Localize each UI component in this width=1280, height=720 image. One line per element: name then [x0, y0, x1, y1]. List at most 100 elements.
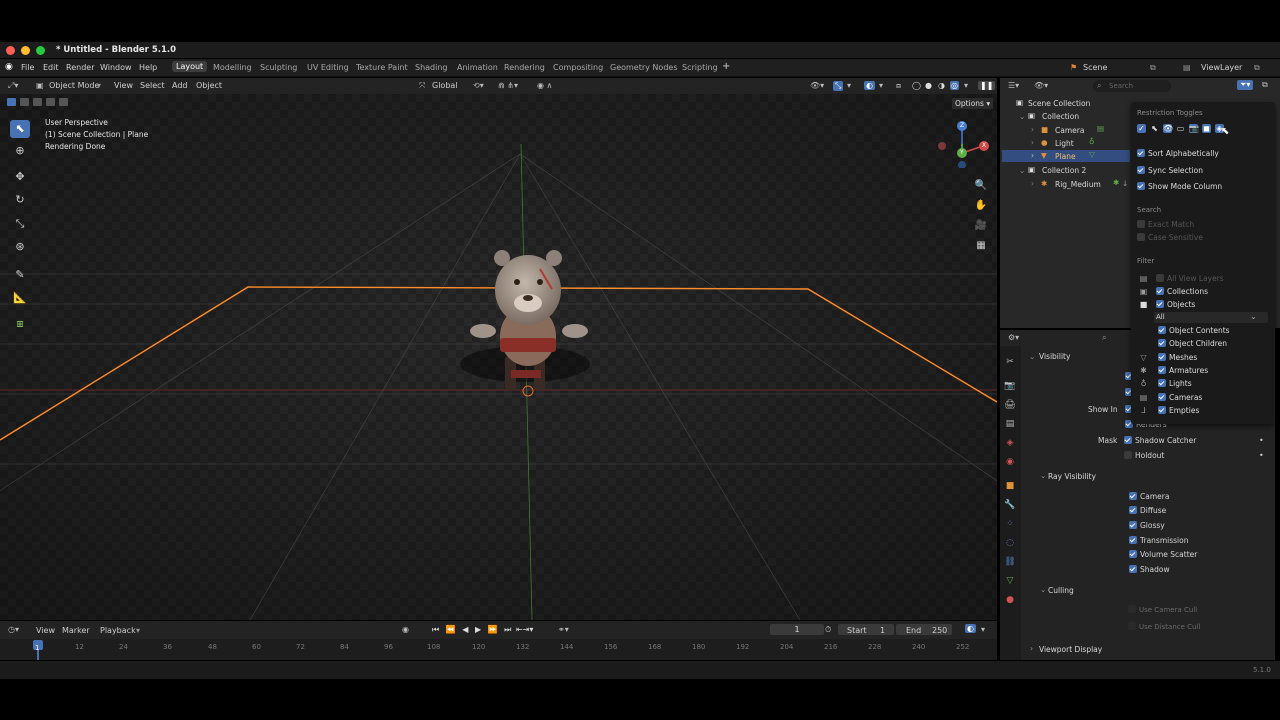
zoom-icon[interactable]: 🔍 — [973, 178, 989, 194]
select-mode-subtract-icon[interactable] — [33, 98, 42, 106]
particle-properties-tab-icon[interactable]: ⁘ — [1004, 518, 1016, 530]
ray-visibility-collapse-icon[interactable]: ⌄ — [1040, 471, 1046, 480]
annotate-tool-icon[interactable]: ✎ — [10, 266, 30, 284]
modifier-properties-tab-icon[interactable]: 🔧 — [1004, 499, 1016, 511]
sort-alphabetically-checkbox[interactable]: Sort Alphabetically — [1137, 149, 1219, 158]
frame-ruler[interactable] — [0, 639, 997, 660]
rotate-tool-icon[interactable]: ↻ — [10, 191, 30, 209]
light-data-icon[interactable]: ♁ — [1089, 137, 1095, 146]
workspace-tab-geometry-nodes[interactable]: Geometry Nodes — [610, 63, 677, 72]
timeline-menu-playback[interactable]: Playback — [100, 626, 136, 635]
pause-render-icon[interactable]: ❚❚ — [978, 81, 996, 90]
outliner-item-collection-2[interactable]: Collection 2 — [1042, 166, 1086, 175]
culling-collapse-icon[interactable]: ⌄ — [1040, 585, 1046, 594]
object-contents-checkbox[interactable]: Object Contents — [1158, 326, 1230, 335]
all-view-layers-checkbox[interactable]: All View Layers — [1156, 274, 1224, 283]
object-mode-dropdown[interactable]: Object Mode — [49, 81, 99, 90]
objects-filter-checkbox[interactable]: Objects — [1156, 300, 1195, 309]
armatures-filter-checkbox[interactable]: Armatures — [1158, 366, 1208, 375]
menu-render[interactable]: Render — [66, 63, 94, 72]
outliner-editor-type-icon[interactable]: ☰▾ — [1008, 81, 1019, 90]
view-layer-properties-tab-icon[interactable]: ▤ — [1004, 418, 1016, 430]
workspace-tab-compositing[interactable]: Compositing — [553, 63, 603, 72]
ray-glossy-checkbox[interactable]: Glossy — [1129, 521, 1165, 530]
navigation-gizmo[interactable]: Z X Y — [935, 118, 997, 169]
cameras-filter-checkbox[interactable]: Cameras — [1158, 393, 1202, 402]
viewport-display-expand-icon[interactable]: › — [1030, 644, 1033, 653]
new-scene-icon[interactable]: ⧉ — [1150, 63, 1156, 73]
xray-toggle-icon[interactable]: ⧈ — [896, 81, 901, 91]
meshes-filter-checkbox[interactable]: Meshes — [1158, 353, 1197, 362]
output-properties-tab-icon[interactable]: 🖨 — [1004, 399, 1016, 411]
select-arrow-toggle-icon[interactable]: ⬉ — [1150, 124, 1159, 133]
collections-filter-checkbox[interactable]: Collections — [1156, 287, 1208, 296]
playback-sync-icon[interactable]: ⚭▾ — [558, 625, 569, 634]
shading-material-icon[interactable]: ◑ — [938, 81, 945, 90]
expand-arrow-icon[interactable]: › — [1031, 179, 1034, 188]
zoom-window-button[interactable] — [36, 46, 45, 55]
selectable-toggle-icon[interactable]: ✓ — [1137, 124, 1146, 133]
properties-editor-type-icon[interactable]: ⚙▾ — [1008, 333, 1019, 342]
add-workspace-button[interactable]: + — [722, 61, 730, 72]
constraint-properties-tab-icon[interactable]: ⛓ — [1004, 556, 1016, 568]
sync-selection-checkbox[interactable]: Sync Selection — [1137, 166, 1203, 175]
outliner-item-light[interactable]: Light — [1055, 139, 1074, 148]
hide-toggle-icon[interactable]: 👁 — [1163, 124, 1173, 133]
lights-filter-checkbox[interactable]: Lights — [1158, 379, 1192, 388]
ray-camera-checkbox[interactable]: Camera — [1129, 492, 1169, 501]
expand-arrow-icon[interactable]: › — [1031, 151, 1034, 160]
material-properties-tab-icon[interactable]: ● — [1004, 594, 1016, 606]
menu-file[interactable]: File — [21, 63, 34, 72]
collapse-arrow-icon[interactable]: ⌄ — [1019, 112, 1025, 121]
timeline-menu-view[interactable]: View — [36, 626, 55, 635]
outliner-item-plane[interactable]: Plane — [1055, 152, 1076, 161]
workspace-tab-shading[interactable]: Shading — [415, 63, 448, 72]
world-properties-tab-icon[interactable]: ◉ — [1004, 456, 1016, 468]
start-frame-field[interactable]: Start 1 — [838, 624, 894, 635]
holdout-checkbox[interactable]: Holdout — [1124, 451, 1164, 460]
workspace-tab-rendering[interactable]: Rendering — [504, 63, 545, 72]
shading-rendered-icon[interactable]: ◎ — [950, 81, 959, 90]
visibility-section-header[interactable]: Visibility — [1039, 352, 1070, 361]
object-filter-dropdown[interactable]: All ⌄ — [1154, 312, 1268, 323]
new-view-layer-icon[interactable]: ⧉ — [1254, 63, 1260, 73]
shadow-catcher-checkbox[interactable]: Shadow Catcher — [1124, 436, 1196, 445]
select-mode-new-icon[interactable] — [7, 98, 16, 106]
keyframe-jump-icon[interactable]: ⇤⇥▾ — [516, 625, 533, 634]
outliner-root[interactable]: Scene Collection — [1028, 99, 1090, 108]
pivot-point-icon[interactable]: ⟲▾ — [473, 81, 484, 90]
current-frame-field[interactable]: 1 — [770, 624, 824, 635]
view-layer-name[interactable]: ViewLayer — [1201, 63, 1242, 72]
workspace-tab-sculpting[interactable]: Sculpting — [260, 63, 297, 72]
object-properties-tab-icon[interactable]: ■ — [1004, 480, 1016, 492]
playback-controls[interactable]: ⏮ ⏪ ◀ ▶ ⏩ ⏭ — [432, 625, 513, 635]
shading-dropdown-icon[interactable]: ▾ — [964, 81, 968, 90]
measure-tool-icon[interactable]: 📐 — [10, 289, 30, 307]
select-mode-intersect-icon[interactable] — [59, 98, 68, 106]
workspace-tab-uv-editing[interactable]: UV Editing — [307, 63, 349, 72]
menu-edit[interactable]: Edit — [43, 63, 59, 72]
camera-data-icon[interactable]: ▤ — [1097, 124, 1104, 133]
pan-hand-icon[interactable]: ✋ — [973, 198, 989, 214]
disable-viewport-toggle-icon[interactable]: ▭ — [1176, 124, 1185, 133]
exact-match-checkbox[interactable]: Exact Match — [1137, 220, 1194, 229]
outliner-item-rig-medium[interactable]: Rig_Medium — [1055, 180, 1101, 189]
use-distance-cull-checkbox[interactable]: Use Distance Cull — [1128, 622, 1200, 631]
object-children-checkbox[interactable]: Object Children — [1158, 339, 1227, 348]
expand-arrow-icon[interactable]: › — [1031, 138, 1034, 147]
transform-orientation-dropdown[interactable]: Global — [432, 81, 458, 90]
viewport-options-button[interactable]: Options ▾ — [952, 98, 994, 109]
armature-data-icon[interactable]: ✱ — [1113, 178, 1119, 187]
ray-volume-scatter-checkbox[interactable]: Volume Scatter — [1129, 550, 1197, 559]
ray-visibility-section-header[interactable]: Ray Visibility — [1048, 472, 1096, 481]
shading-wireframe-icon[interactable]: ◯ — [912, 81, 921, 90]
gizmo-toggle-icon[interactable]: ⤡ — [833, 81, 844, 91]
ray-shadow-checkbox[interactable]: Shadow — [1129, 565, 1170, 574]
snap-icon[interactable]: ⋒ ⋔▾ — [498, 81, 518, 90]
tool-properties-tab-icon[interactable]: ✂ — [1004, 356, 1016, 368]
viewport-menu-object[interactable]: Object — [196, 81, 222, 90]
perspective-toggle-icon[interactable]: ▦ — [973, 238, 989, 254]
use-camera-cull-checkbox[interactable]: Use Camera Cull — [1128, 605, 1197, 614]
editor-type-icon[interactable]: ⤢▾ — [8, 81, 18, 91]
culling-section-header[interactable]: Culling — [1048, 586, 1074, 595]
